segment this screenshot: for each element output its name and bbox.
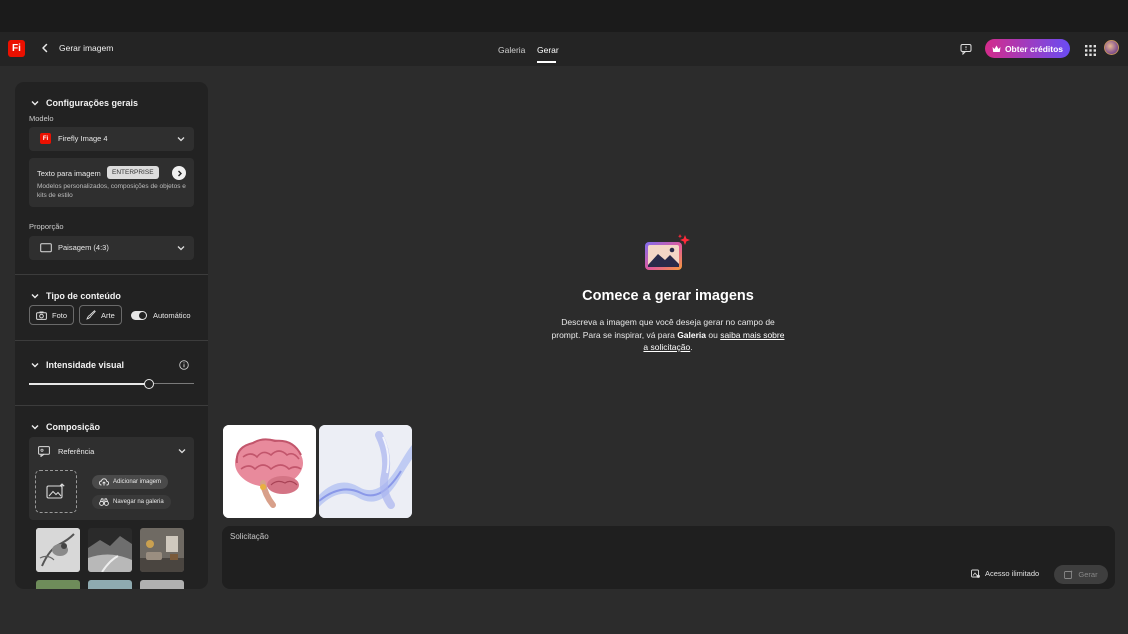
top-band [0, 0, 1128, 32]
reference-label: Referência [58, 447, 95, 456]
get-credits-label: Obter créditos [1004, 43, 1064, 54]
app-header: Fi Gerar imagem Galeria Gerar Obter créd… [0, 32, 1128, 66]
composition-header[interactable]: Composição [31, 422, 100, 432]
art-button[interactable]: Arte [79, 305, 122, 325]
chevron-down-icon [177, 246, 185, 251]
chevron-down-icon [31, 294, 39, 299]
style-thumbnail-bw-landscape[interactable] [88, 528, 132, 572]
unlimited-access-label: Acesso ilimitado [985, 569, 1040, 578]
inspiration-image-glass-wave[interactable] [319, 425, 412, 518]
style-thumbnail-sketch-bird[interactable] [36, 528, 80, 572]
firefly-logo[interactable]: Fi [8, 40, 25, 57]
model-dropdown[interactable]: Fi Firefly Image 4 [29, 127, 194, 151]
unlimited-access-icon [971, 569, 980, 578]
visual-intensity-header[interactable]: Intensidade visual [31, 360, 124, 370]
reference-box: Referência Adicionar imagem Navegar na g… [29, 437, 194, 520]
composition-title: Composição [46, 422, 101, 432]
photo-button[interactable]: Foto [29, 305, 75, 325]
style-thumbnail-gray[interactable] [140, 580, 184, 589]
generate-button[interactable]: Gerar [1054, 565, 1108, 584]
camera-icon [36, 311, 47, 320]
unlimited-access-indicator: Acesso ilimitado [971, 569, 1039, 578]
get-credits-button[interactable]: Obter créditos [985, 39, 1070, 58]
chevron-down-icon[interactable] [178, 447, 186, 455]
general-settings-title: Configurações gerais [46, 98, 139, 108]
page-title: Gerar imagem [59, 43, 114, 53]
apps-grid-icon[interactable] [1085, 43, 1096, 56]
firefly-model-icon: Fi [40, 133, 51, 144]
divider [15, 340, 208, 341]
art-label: Arte [101, 310, 115, 320]
generate-images-icon [645, 234, 690, 270]
landscape-ratio-icon [40, 243, 52, 253]
crown-icon [992, 45, 1001, 52]
content-type-title: Tipo de conteúdo [46, 291, 121, 301]
empty-state-text-3: . [690, 342, 693, 352]
reference-drop-zone[interactable] [35, 470, 77, 513]
browse-gallery-button[interactable]: Navegar na galeria [92, 495, 171, 509]
generate-icon [1064, 570, 1074, 579]
brush-icon [86, 310, 96, 320]
image-upload-icon [46, 482, 65, 499]
empty-state-headline: Comece a gerar imagens [582, 288, 754, 304]
empty-state-text-2: ou [706, 329, 721, 340]
style-thumbnail-blue[interactable] [88, 580, 132, 589]
content-type-header[interactable]: Tipo de conteúdo [31, 291, 121, 301]
model-value: Firefly Image 4 [58, 134, 108, 143]
general-settings-header[interactable]: Configurações gerais [31, 98, 138, 108]
chevron-left-icon[interactable] [38, 41, 52, 55]
style-thumbnail-interior[interactable] [140, 528, 184, 572]
add-image-button[interactable]: Adicionar imagem [92, 475, 169, 489]
style-thumbnail-green[interactable] [36, 580, 80, 589]
chevron-right-icon[interactable] [172, 166, 186, 180]
photo-label: Foto [52, 310, 68, 320]
info-icon[interactable] [179, 360, 189, 370]
divider [15, 274, 208, 275]
tab-gerar[interactable]: Gerar [537, 45, 559, 55]
prompt-placeholder: Solicitação [230, 532, 269, 541]
chevron-down-icon [31, 363, 39, 368]
text-to-image-description: Modelos personalizados, composições de o… [37, 183, 186, 199]
inspiration-image-brain[interactable] [223, 425, 316, 518]
model-label: Modelo [29, 114, 54, 123]
generate-label: Gerar [1078, 570, 1098, 579]
tab-galeria[interactable]: Galeria [498, 45, 525, 55]
active-tab-indicator [537, 61, 556, 63]
enterprise-badge: ENTERPRISE [107, 166, 159, 179]
logo-text: Fi [12, 43, 21, 54]
chevron-down-icon [31, 425, 39, 430]
cloud-upload-icon [99, 478, 109, 486]
ratio-label: Proporção [29, 222, 64, 231]
binoculars-icon [99, 498, 109, 506]
empty-state-text: Descreva a imagem que você deseja gerar … [548, 316, 788, 354]
auto-label: Automático [153, 311, 191, 320]
feedback-chat-icon[interactable] [960, 42, 972, 56]
settings-panel: Configurações gerais Modelo Fi Firefly I… [15, 82, 208, 589]
intensity-slider-fill [29, 383, 150, 385]
chevron-down-icon [177, 137, 185, 142]
text-to-image-title: Texto para imagem [37, 169, 101, 178]
reference-icon [38, 446, 50, 457]
auto-toggle[interactable] [131, 311, 147, 320]
intensity-slider-thumb[interactable] [144, 379, 155, 389]
text-to-image-card[interactable]: Texto para imagem ENTERPRISE Modelos per… [29, 158, 194, 207]
browse-gallery-label: Navegar na galeria [113, 499, 164, 505]
visual-intensity-title: Intensidade visual [46, 360, 125, 370]
add-image-label: Adicionar imagem [113, 479, 162, 485]
prompt-box[interactable]: Solicitação Acesso ilimitado Gerar [222, 526, 1115, 589]
chevron-down-icon [31, 101, 39, 106]
ratio-value: Paisagem (4:3) [58, 243, 109, 252]
ratio-dropdown[interactable]: Paisagem (4:3) [29, 236, 194, 260]
user-avatar[interactable] [1104, 40, 1119, 55]
divider [15, 405, 208, 406]
gallery-link[interactable]: Galeria [677, 330, 706, 340]
